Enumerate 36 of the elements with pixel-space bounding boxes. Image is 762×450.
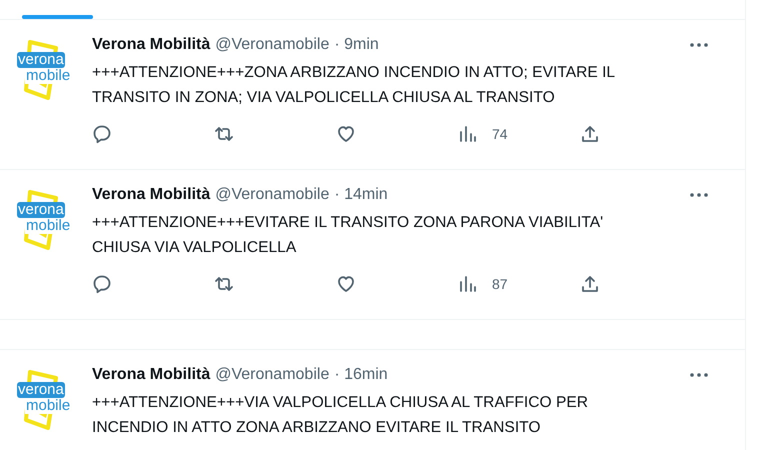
view-count: 87 — [492, 276, 508, 292]
timestamp[interactable]: · 14min — [334, 186, 388, 204]
more-icon[interactable] — [689, 192, 709, 198]
author-name[interactable]: Verona Mobilità — [92, 36, 210, 54]
avatar-logo[interactable]: verona mobile — [16, 36, 80, 100]
tweet-text: +++ATTENZIONE+++ZONA ARBIZZANO INCENDIO IN ATTO; EVITARE IL TRANSITO IN ZONA; VIA VALPOLICELLA CHIUSA AL TRANSITO — [92, 63, 616, 108]
bar-chart-icon[interactable] — [458, 124, 478, 144]
logo-text: mobile — [25, 218, 72, 234]
retweet-icon[interactable] — [214, 124, 234, 144]
avatar-logo[interactable]: verona mobile — [16, 186, 80, 250]
retweet-icon[interactable] — [214, 274, 234, 294]
author-handle[interactable]: @Veronamobile — [215, 36, 330, 54]
logo-text: verona — [17, 52, 65, 68]
more-icon[interactable] — [689, 42, 709, 48]
author-name[interactable]: Verona Mobilità — [92, 366, 210, 384]
heart-icon[interactable] — [336, 274, 356, 294]
logo-text: mobile — [25, 68, 72, 84]
reply-icon[interactable] — [92, 274, 112, 294]
timestamp[interactable]: · 16min — [334, 366, 388, 384]
share-icon[interactable] — [580, 274, 600, 294]
tweet-text: +++ATTENZIONE+++EVITARE IL TRANSITO ZONA PARONA VIABILITA' CHIUSA VIA VALPOLICELLA — [92, 213, 604, 258]
author-name[interactable]: Verona Mobilità — [92, 186, 210, 204]
view-count: 74 — [492, 126, 508, 142]
author-handle[interactable]: @Veronamobile — [215, 366, 330, 384]
logo-text: mobile — [25, 398, 72, 414]
share-icon[interactable] — [580, 124, 600, 144]
heart-icon[interactable] — [336, 124, 356, 144]
timestamp[interactable]: · 9min — [334, 36, 379, 54]
bar-chart-icon[interactable] — [458, 274, 478, 294]
more-icon[interactable] — [689, 372, 709, 378]
reply-icon[interactable] — [92, 124, 112, 144]
author-handle[interactable]: @Veronamobile — [215, 186, 330, 204]
avatar-logo[interactable]: verona mobile — [16, 366, 80, 430]
tweet-text: +++ATTENZIONE+++VIA VALPOLICELLA CHIUSA AL TRAFFICO PER INCENDIO IN ATTO ZONA ARBIZZANO EVITARE IL TRANSITO — [92, 393, 590, 438]
logo-text: verona — [17, 202, 65, 218]
logo-text: verona — [17, 382, 65, 398]
